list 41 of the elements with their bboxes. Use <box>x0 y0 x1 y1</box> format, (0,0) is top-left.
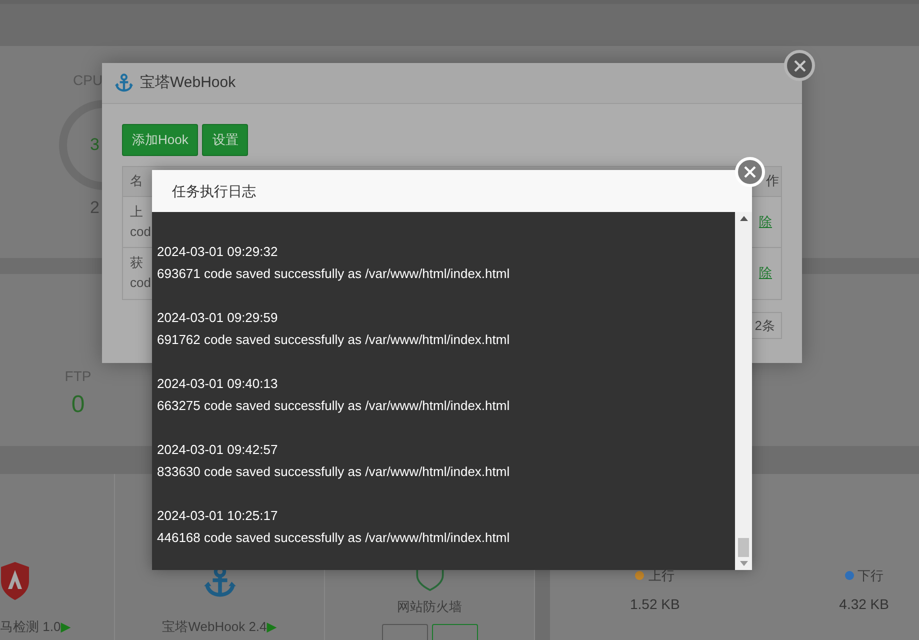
table-cell-text: cod <box>130 274 152 292</box>
traffic-label: 下行 <box>858 567 884 585</box>
software-name: 宝塔WebHook 2.4▶ <box>162 618 277 636</box>
outline-button[interactable] <box>432 624 478 640</box>
log-message: 833630 code saved successfully as /var/www/html/index.html <box>157 463 511 481</box>
traffic-label: 上行 <box>648 567 674 585</box>
log-time: 2024-03-01 09:29:59 <box>157 309 279 327</box>
close-icon <box>794 60 806 72</box>
delete-link[interactable]: 除 <box>759 212 772 232</box>
ftp-count: 0 <box>71 390 85 420</box>
scroll-down-icon[interactable] <box>740 561 748 566</box>
log-message: 693671 code saved successfully as /var/www/html/index.html <box>157 265 511 283</box>
toolbar-button[interactable]: 设置 <box>202 124 248 156</box>
traffic-value: 4.32 KB <box>839 594 889 614</box>
scroll-up-icon[interactable] <box>740 216 748 221</box>
dialog-title: 任务执行日志 <box>171 182 257 200</box>
log-time: 2024-03-01 09:42:57 <box>157 441 279 459</box>
table-cell-text: cod <box>130 222 152 240</box>
table-cell-text: 获 <box>130 254 144 272</box>
software-name: 马检测 1.0▶ <box>0 618 71 636</box>
log-message: 663275 code saved successfully as /var/www/html/index.html <box>157 397 511 415</box>
table-cell-text: 上 <box>130 202 144 220</box>
log-time: 2024-03-01 09:40:13 <box>157 375 279 393</box>
shield-icon <box>414 568 444 590</box>
scrollbar[interactable] <box>735 212 752 570</box>
close-icon <box>744 166 756 178</box>
traffic-value: 1.52 KB <box>630 594 680 614</box>
anchor-icon <box>114 73 134 93</box>
log-time: 2024-03-01 09:29:32 <box>157 243 279 261</box>
gauge-value: 3 <box>90 134 100 156</box>
scrollbar-thumb[interactable] <box>738 538 749 557</box>
software-name: 网站防火墙 <box>397 598 462 616</box>
column-header: 名 <box>129 172 144 190</box>
shield-icon <box>0 560 30 600</box>
dialog-title: 宝塔WebHook <box>140 72 236 93</box>
delete-link[interactable]: 除 <box>759 263 772 283</box>
log-message: 691762 code saved successfully as /var/www/html/index.html <box>157 331 511 349</box>
outline-button[interactable] <box>382 624 428 640</box>
log-time: 2024-03-01 10:25:17 <box>157 507 279 525</box>
toolbar-button[interactable]: 添加Hook <box>122 124 198 156</box>
log-message: 446168 code saved successfully as /var/www/html/index.html <box>157 529 511 547</box>
